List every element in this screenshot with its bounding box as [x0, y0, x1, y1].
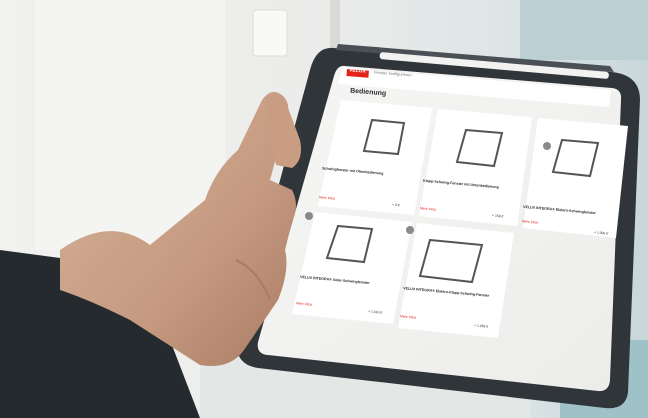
card-2-price: + 159 €	[491, 213, 504, 219]
light-switch	[252, 9, 288, 57]
brand-logo-text: VELUX	[348, 67, 366, 75]
card-1-price: + 0 €	[391, 202, 400, 208]
window-blue	[520, 0, 648, 60]
card-5[interactable]	[398, 223, 514, 338]
card-3[interactable]	[523, 118, 628, 238]
